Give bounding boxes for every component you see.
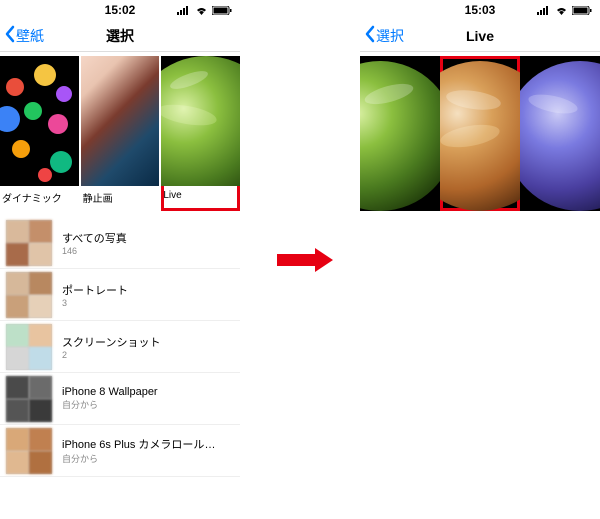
- category-live[interactable]: Live: [161, 56, 240, 211]
- live-item-orange[interactable]: [440, 56, 520, 211]
- status-time: 15:03: [465, 3, 496, 17]
- status-bar: 15:03: [360, 0, 600, 20]
- arrow-right-icon: [275, 240, 335, 285]
- status-icons: [177, 6, 232, 15]
- album-thumb: [6, 272, 52, 318]
- category-label: Live: [161, 186, 240, 207]
- live-item-green[interactable]: [360, 56, 440, 211]
- album-row[interactable]: すべての写真146: [0, 217, 240, 269]
- album-name: すべての写真: [62, 230, 127, 246]
- nav-title: Live: [360, 28, 600, 44]
- category-label: ダイナミック: [0, 186, 79, 211]
- wifi-icon: [555, 6, 568, 15]
- nav-title: 選択: [0, 26, 240, 46]
- album-row[interactable]: iPhone 8 Wallpaper自分から: [0, 373, 240, 425]
- category-thumb-still: [81, 56, 160, 186]
- phone-screen-left: 15:02 壁紙 選択: [0, 0, 240, 519]
- category-label: 静止画: [81, 186, 160, 211]
- album-name: iPhone 8 Wallpaper: [62, 386, 158, 398]
- nav-bar: 選択 Live: [360, 20, 600, 52]
- album-count: 146: [62, 246, 127, 256]
- nav-bar: 壁紙 選択: [0, 20, 240, 52]
- status-bar: 15:02: [0, 0, 240, 20]
- phone-screen-right: 15:03 選択 Live: [360, 0, 600, 519]
- wallpaper-categories: ダイナミック 静止画 Live: [0, 52, 240, 211]
- status-icons: [537, 6, 592, 15]
- album-thumb: [6, 376, 52, 422]
- album-row[interactable]: iPhone 6s Plus カメラロールのバ…自分から: [0, 425, 240, 477]
- album-name: ポートレート: [62, 282, 128, 298]
- signal-icon: [177, 6, 191, 15]
- album-count: 2: [62, 350, 160, 360]
- category-still[interactable]: 静止画: [81, 56, 160, 211]
- album-thumb: [6, 428, 52, 474]
- album-thumb: [6, 324, 52, 370]
- signal-icon: [537, 6, 551, 15]
- wifi-icon: [195, 6, 208, 15]
- live-item-purple[interactable]: [520, 56, 600, 211]
- category-dynamic[interactable]: ダイナミック: [0, 56, 79, 211]
- category-thumb-live: [161, 56, 240, 186]
- album-name: スクリーンショット: [62, 334, 160, 350]
- album-name: iPhone 6s Plus カメラロールのバ…: [62, 436, 222, 452]
- album-count: 3: [62, 298, 128, 308]
- album-row[interactable]: スクリーンショット2: [0, 321, 240, 373]
- album-count: 自分から: [62, 452, 222, 465]
- album-count: 自分から: [62, 398, 158, 411]
- albums-list: すべての写真146 ポートレート3 スクリーンショット2 iPhone 8 Wa…: [0, 217, 240, 477]
- category-thumb-dynamic: [0, 56, 79, 186]
- live-wallpapers: [360, 56, 600, 211]
- album-thumb: [6, 220, 52, 266]
- battery-icon: [212, 6, 232, 15]
- album-row[interactable]: ポートレート3: [0, 269, 240, 321]
- battery-icon: [572, 6, 592, 15]
- status-time: 15:02: [105, 3, 136, 17]
